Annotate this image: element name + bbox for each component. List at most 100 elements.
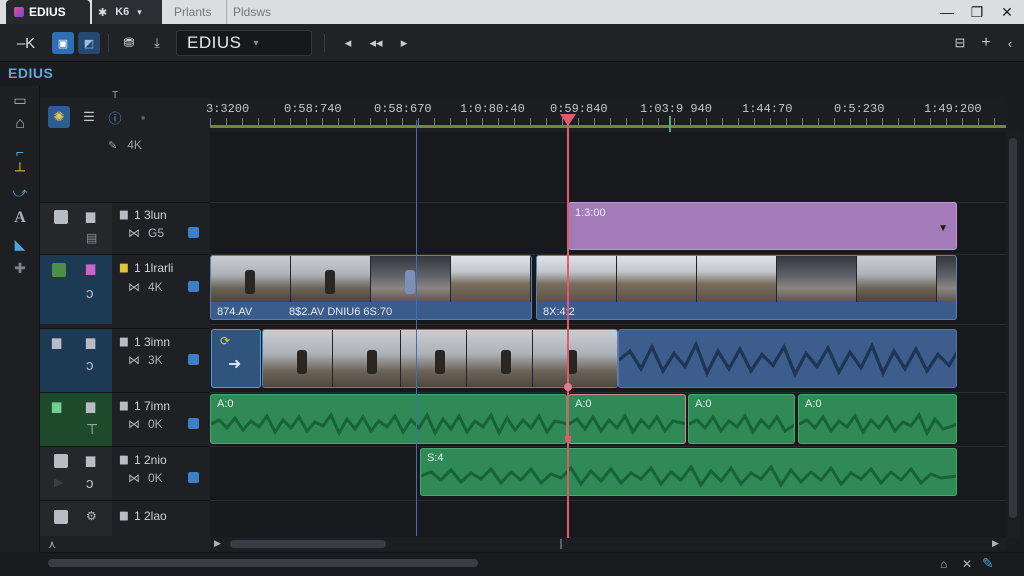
sync-icon[interactable]: ▪ bbox=[132, 106, 154, 128]
folder-icon[interactable]: ▆ bbox=[86, 453, 95, 467]
mode-button[interactable]: –K bbox=[8, 30, 44, 56]
hook-icon[interactable]: ɔ bbox=[86, 475, 94, 492]
track-header-video[interactable]: ▆ ɔ ▆ 1 1lrarli ⋈ 4K bbox=[40, 254, 210, 324]
track-enable-checkbox[interactable] bbox=[54, 210, 68, 224]
hook-icon[interactable]: ɔ bbox=[86, 285, 94, 302]
minimize-button[interactable]: — bbox=[936, 2, 958, 22]
playhead-handle[interactable] bbox=[560, 114, 576, 126]
gear-icon[interactable]: ⚙ bbox=[86, 509, 97, 523]
track-link-icon[interactable]: ⋈ bbox=[128, 353, 140, 367]
folder-icon[interactable]: ▆ bbox=[86, 261, 95, 275]
scroll-thumb[interactable] bbox=[1009, 138, 1017, 518]
track-sync-checkbox[interactable] bbox=[188, 418, 199, 429]
audio-clip[interactable] bbox=[618, 329, 957, 388]
up-arrow-icon[interactable]: ⋏ bbox=[48, 538, 56, 551]
folder-icon[interactable]: ▆ bbox=[52, 335, 61, 349]
export-icon[interactable]: ⤓ bbox=[146, 32, 168, 54]
audio-clip[interactable]: S:4 bbox=[420, 448, 957, 496]
video-clip[interactable] bbox=[262, 329, 618, 388]
multi-window-icon[interactable]: ◩ bbox=[78, 32, 100, 54]
prev-edit-icon[interactable]: ◂ bbox=[338, 30, 358, 56]
title-clip[interactable]: 1:3:00 ▼ bbox=[568, 202, 957, 250]
tab-pldsws[interactable]: Pldsws bbox=[226, 0, 271, 24]
track-header-audio1[interactable]: ▆ ▆ ⊤ ▆ 1 7imn ⋈ 0K bbox=[40, 392, 210, 446]
playhead-keyframe[interactable] bbox=[565, 436, 571, 442]
pen-icon[interactable]: ✎ bbox=[982, 555, 994, 572]
track-link-icon[interactable]: ⋈ bbox=[128, 471, 140, 485]
audio-tool-icon[interactable]: ◣ bbox=[10, 234, 30, 254]
effects-icon[interactable]: ⤻ bbox=[10, 182, 30, 202]
dropdown-icon[interactable]: ▼ bbox=[938, 223, 948, 234]
text-tool-icon[interactable]: A bbox=[10, 208, 30, 228]
track-lane[interactable] bbox=[210, 500, 1006, 536]
collapse-icon[interactable]: ‹ bbox=[1000, 30, 1020, 56]
timeline-scrollbar[interactable]: ▶ ▶ bbox=[210, 538, 1006, 550]
doc-icon[interactable]: ▤ bbox=[86, 231, 97, 245]
scroll-left-icon[interactable]: ▶ bbox=[214, 538, 221, 549]
add-icon[interactable]: + bbox=[976, 30, 996, 56]
playhead-keyframe[interactable] bbox=[564, 383, 572, 391]
tab-tools[interactable]: ✱ K6 ▾ bbox=[92, 0, 162, 24]
in-point-marker[interactable] bbox=[416, 120, 417, 536]
scroll-thumb[interactable] bbox=[230, 540, 386, 548]
move-tool-icon[interactable]: ✚ bbox=[10, 258, 30, 278]
pin-icon[interactable]: ⊤ bbox=[86, 421, 98, 438]
close-icon[interactable]: ✕ bbox=[962, 557, 972, 571]
track-header-title[interactable]: ▆ ▤ ▆ 1 3lun ⋈ G5 bbox=[40, 202, 210, 254]
rewind-icon[interactable]: ◂◂ bbox=[366, 30, 386, 56]
timeline-ruler[interactable]: 3:3200 0:58:740 0:58:670 1:0:80:40 0:59:… bbox=[206, 98, 1006, 132]
folder-icon[interactable]: ▆ bbox=[52, 399, 61, 413]
track-sync-checkbox[interactable] bbox=[188, 472, 199, 483]
track-header-audio3[interactable]: ⚙ ▆ 1 2lao bbox=[40, 500, 210, 536]
close-button[interactable]: ✕ bbox=[996, 2, 1018, 22]
sun-settings-icon[interactable]: ✺ bbox=[48, 106, 70, 128]
track-sub: G5 bbox=[148, 226, 165, 240]
scroll-end-icon[interactable]: ▶ bbox=[992, 538, 999, 549]
play-icon[interactable]: ▶ bbox=[54, 475, 63, 489]
folder-icon[interactable]: ▆ bbox=[86, 399, 95, 413]
video-clip[interactable]: 874.AV 8$2.AV DNIU6 6S:70 bbox=[210, 255, 532, 320]
vertical-scrollbar[interactable] bbox=[1006, 132, 1020, 538]
maximize-button[interactable]: ❐ bbox=[966, 2, 988, 22]
list-icon[interactable]: ☰ bbox=[78, 106, 100, 128]
hook-icon[interactable]: ɔ bbox=[86, 357, 94, 374]
track-enable-checkbox[interactable] bbox=[52, 263, 66, 277]
folder-icon[interactable]: ▆ bbox=[86, 209, 95, 223]
project-selector[interactable]: EDIUS ▾ bbox=[176, 30, 312, 56]
save-icon[interactable]: ⛃ bbox=[118, 32, 140, 54]
home-icon[interactable]: ⌂ bbox=[940, 557, 947, 571]
audio-clip[interactable]: A:0 bbox=[688, 394, 795, 444]
track-enable-checkbox[interactable] bbox=[54, 454, 68, 468]
home-icon[interactable]: ⌂ bbox=[10, 114, 30, 134]
waveform bbox=[211, 411, 566, 437]
info-icon[interactable]: ⓘ bbox=[104, 106, 126, 128]
track-sync-checkbox[interactable] bbox=[188, 227, 199, 238]
track-header-video2[interactable]: ▆ ▆ ɔ ▆ 1 3imn ⋈ 3K bbox=[40, 328, 210, 392]
track-link-icon[interactable]: ⋈ bbox=[128, 226, 140, 240]
track-enable-checkbox[interactable] bbox=[54, 510, 68, 524]
audio-clip[interactable]: A:0 bbox=[798, 394, 957, 444]
status-scroll-thumb[interactable] bbox=[48, 559, 478, 567]
track-link-icon[interactable]: ⋈ bbox=[128, 417, 140, 431]
tab-edius[interactable]: EDIUS bbox=[6, 0, 90, 24]
sequence-marker[interactable] bbox=[669, 116, 671, 132]
bin-icon[interactable]: ▭ bbox=[10, 90, 30, 110]
audio-clip-selected[interactable]: A:0 bbox=[568, 394, 686, 444]
audio-clip[interactable]: A:0 bbox=[210, 394, 567, 444]
layout-icon[interactable]: ▣ bbox=[52, 32, 74, 54]
panel-icon[interactable]: ⊟ bbox=[950, 30, 970, 56]
folder-icon[interactable]: ▆ bbox=[86, 335, 95, 349]
track-link-icon[interactable]: ⋈ bbox=[128, 280, 140, 294]
status-bar: ⌂ ✕ ✎ bbox=[40, 552, 1024, 576]
playhead-line[interactable] bbox=[567, 114, 569, 548]
track-sync-checkbox[interactable] bbox=[188, 354, 199, 365]
next-edit-icon[interactable]: ▸ bbox=[394, 30, 414, 56]
track-sync-checkbox[interactable] bbox=[188, 281, 199, 292]
cut-tool-icon[interactable]: ⌐ bbox=[10, 142, 30, 162]
video-clip[interactable]: 8X:4:2 bbox=[536, 255, 957, 320]
tab-prlants[interactable]: Prlants bbox=[174, 0, 211, 24]
thumbnail bbox=[211, 256, 291, 302]
track-header-audio2[interactable]: ▶ ▆ ɔ ▆ 1 2nio ⋈ 0K bbox=[40, 446, 210, 500]
transition-clip[interactable]: ⟳ ➜ bbox=[211, 329, 261, 388]
marker-tool-icon[interactable]: ┴ bbox=[10, 160, 30, 180]
